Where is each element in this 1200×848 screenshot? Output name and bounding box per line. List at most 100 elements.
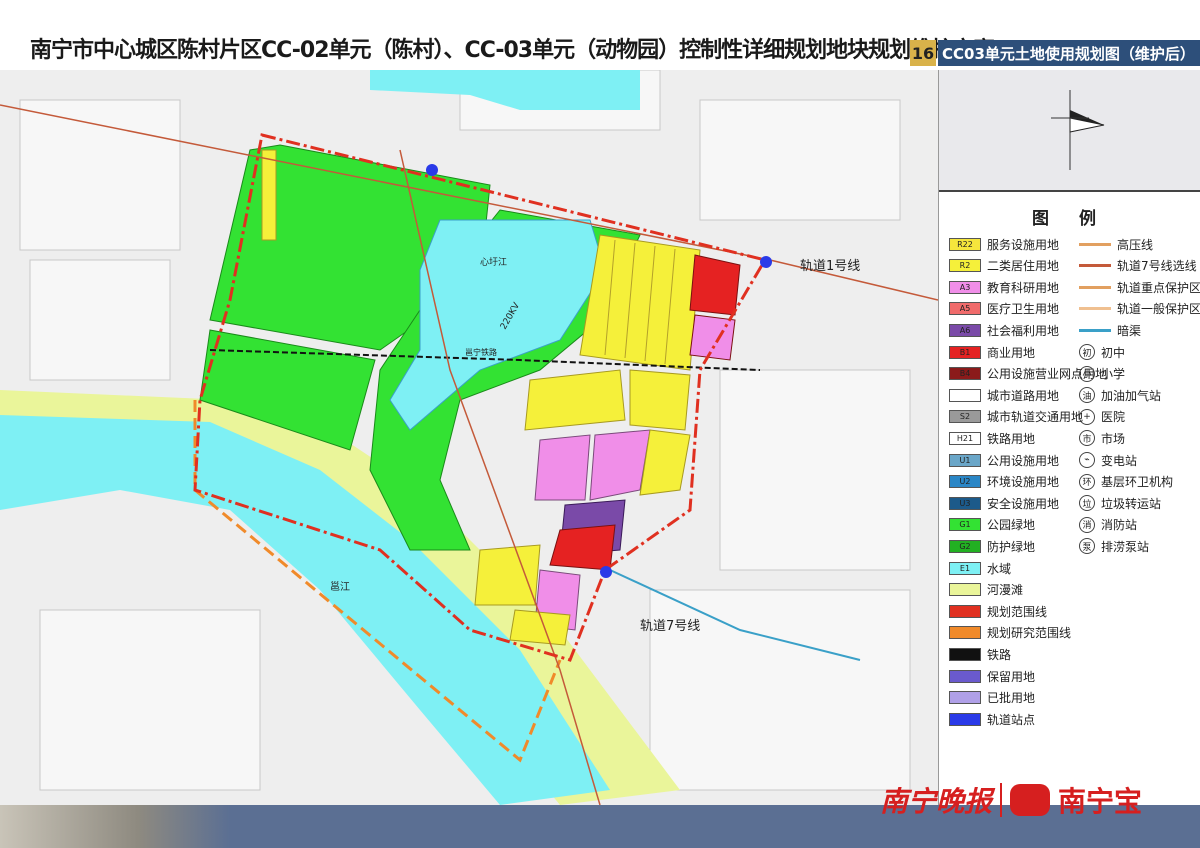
legend-item: 轨道重点保护区 [1079,277,1200,297]
legend-item: R2 二类居住用地 [949,256,1059,276]
legend-swatch [949,583,981,596]
legend-label: 河漫滩 [987,581,1023,598]
legend-swatch: E1 [949,562,981,575]
legend-label: 规划范围线 [987,603,1047,620]
legend-swatch: A5 [949,302,981,315]
legend-label: 公园绿地 [987,516,1035,533]
legend-item: 泵排涝泵站 [1079,536,1149,556]
legend-swatch [949,605,981,618]
legend-label: 垃圾转运站 [1101,495,1161,512]
north-arrow-icon [939,70,1200,190]
legend-symbol-icon: 小 [1079,366,1095,382]
legend-item: 市市场 [1079,428,1125,448]
legend-item: 油加油加气站 [1079,385,1161,405]
residential-south-1 [475,545,540,605]
lake-label: 心圩江 [480,256,507,268]
legend-swatch: A3 [949,281,981,294]
legend-swatch: A6 [949,324,981,337]
legend-swatch: R22 [949,238,981,251]
legend-label: 轨道重点保护区 [1117,279,1200,296]
legend-label: 轨道一般保护区 [1117,300,1200,317]
legend-label: 社会福利用地 [987,322,1059,339]
legend-item: U1公用设施用地 [949,450,1059,470]
legend-swatch: H21 [949,432,981,445]
legend-item: 初初中 [1079,342,1125,362]
legend-swatch: U3 [949,497,981,510]
footer-decoration [0,805,230,848]
education-east [535,435,590,500]
legend-label: 医院 [1101,408,1125,425]
legend-label: 小学 [1101,365,1125,382]
rail-station-north [426,164,438,176]
legend-label: 环境设施用地 [987,473,1059,490]
legend-item: 轨道一般保护区 [1079,299,1200,319]
legend-item: 环基层环卫机构 [1079,472,1173,492]
legend-item: 小小学 [1079,364,1125,384]
legend-label: 消防站 [1101,516,1137,533]
legend-label: 变电站 [1101,452,1137,469]
legend-title: 图 例 [939,204,1200,229]
legend-swatch: B4 [949,367,981,380]
legend-item: 高压线 [1079,234,1153,254]
legend-symbol-icon: 泵 [1079,538,1095,554]
legend-swatch [949,713,981,726]
legend-swatch [949,648,981,661]
legend-item: 消消防站 [1079,515,1137,535]
legend-label: 服务设施用地 [987,236,1059,253]
legend-label: 初中 [1101,344,1125,361]
legend-item: A3 教育科研用地 [949,277,1059,297]
legend-label: 城市轨道交通用地 [987,408,1083,425]
watermark: 南宁晚报 南宁宝 [880,775,1142,825]
legend-label: 轨道站点 [987,711,1035,728]
legend-swatch: R2 [949,259,981,272]
legend-item: 规划范围线 [949,601,1047,621]
legend-item: 已批用地 [949,688,1035,708]
header: 南宁市中心城区陈村片区CC-02单元（陈村）、CC-03单元（动物园）控制性详细… [0,28,1200,70]
legend-item: 轨道站点 [949,709,1035,729]
legend-swatch [949,389,981,402]
legend-item: U3 安全设施用地 [949,493,1059,513]
residential-striped [580,235,700,370]
legend-label: 水域 [987,560,1011,577]
legend-label: 城市道路用地 [987,387,1059,404]
legend-item: A6 社会福利用地 [949,320,1059,340]
river-label: 邕江 [330,580,350,593]
legend-label: 排涝泵站 [1101,538,1149,555]
legend-item: E1 水域 [949,558,1011,578]
commercial-south [550,525,615,570]
legend-item: H21铁路用地 [949,428,1035,448]
legend-symbol-icon: + [1079,409,1095,425]
legend-swatch: U1 [949,454,981,467]
legend-label: 高压线 [1117,236,1153,253]
land-use-map[interactable]: 心圩江 邕江 220KV 邕宁铁路 轨道1号线 轨道7号线 [0,70,938,805]
legend-swatch: B1 [949,346,981,359]
legend-item: 城市道路用地 [949,385,1059,405]
legend-label: 保留用地 [987,668,1035,685]
commercial-ne [690,255,740,315]
legend-symbol-icon: 初 [1079,344,1095,360]
legend-item: S2城市轨道交通用地 [949,407,1083,427]
legend-label: 防护绿地 [987,538,1035,555]
legend-item: B1商业用地 [949,342,1035,362]
legend-item: 轨道7号线选线 [1079,256,1197,276]
legend-swatch [949,670,981,683]
watermark-logo-icon [1010,784,1050,816]
education-ne [690,315,735,360]
legend-symbol-icon: 消 [1079,517,1095,533]
legend-label: 轨道7号线选线 [1117,257,1197,274]
page-number-badge: 16 [910,40,936,66]
legend-line-icon [1079,302,1111,315]
residential-east-1 [525,370,625,430]
map-subtitle: CC03单元土地使用规划图（维护后） [938,40,1200,66]
watermark-separator [1000,783,1002,817]
watermark-app: 南宁宝 [1058,780,1142,820]
legend-label: 安全设施用地 [987,495,1059,512]
legend-line-icon [1079,324,1111,337]
legend-item: 垃垃圾转运站 [1079,493,1161,513]
page-title: 南宁市中心城区陈村片区CC-02单元（陈村）、CC-03单元（动物园）控制性详细… [30,32,994,64]
legend-label: 医疗卫生用地 [987,300,1059,317]
legend-label: 教育科研用地 [987,279,1059,296]
rail-line-7-label: 轨道7号线 [640,619,700,634]
legend-line-icon [1079,281,1111,294]
legend-label: 二类居住用地 [987,257,1059,274]
